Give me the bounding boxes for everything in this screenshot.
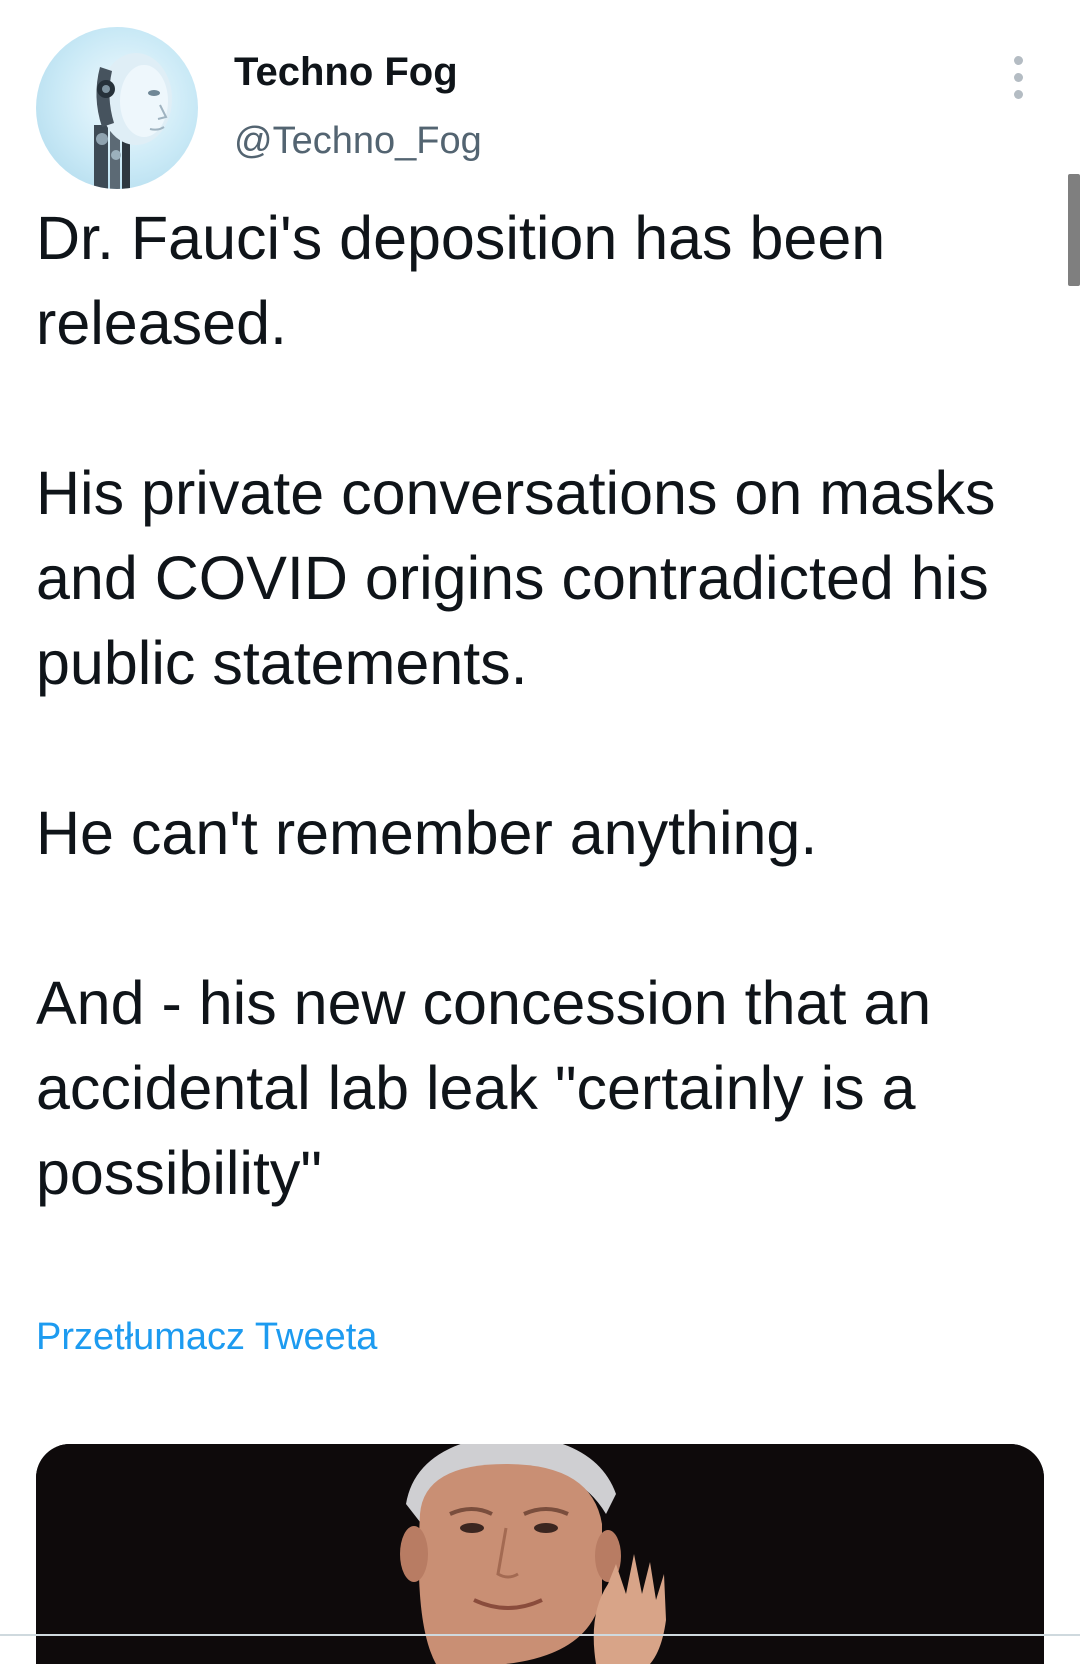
tweet: Techno Fog @Techno_Fog Dr. Fauci's depos… [0,0,1080,1664]
scrollbar-thumb[interactable] [1068,174,1080,286]
divider [0,1634,1080,1636]
tweet-media-image[interactable] [36,1444,1044,1664]
more-dot [1014,90,1023,99]
tweet-paragraph: And - his new concession that an acciden… [36,969,932,1207]
avatar[interactable] [36,27,198,189]
tweet-paragraph: His private conversations on masks and C… [36,459,996,697]
tweet-paragraph: He can't remember anything. [36,799,818,867]
more-dot [1014,56,1023,65]
more-dot [1014,73,1023,82]
tweet-text: Dr. Fauci's deposition has been released… [36,196,1046,1216]
tweet-paragraph: Dr. Fauci's deposition has been released… [36,204,886,357]
translate-tweet-link[interactable]: Przetłumacz Tweeta [36,1316,377,1359]
more-vertical-icon[interactable] [1004,52,1034,104]
robot-avatar-image [94,53,172,189]
author-display-name[interactable]: Techno Fog [234,50,458,95]
portrait-photo [36,1444,1044,1664]
author-handle[interactable]: @Techno_Fog [234,120,482,163]
